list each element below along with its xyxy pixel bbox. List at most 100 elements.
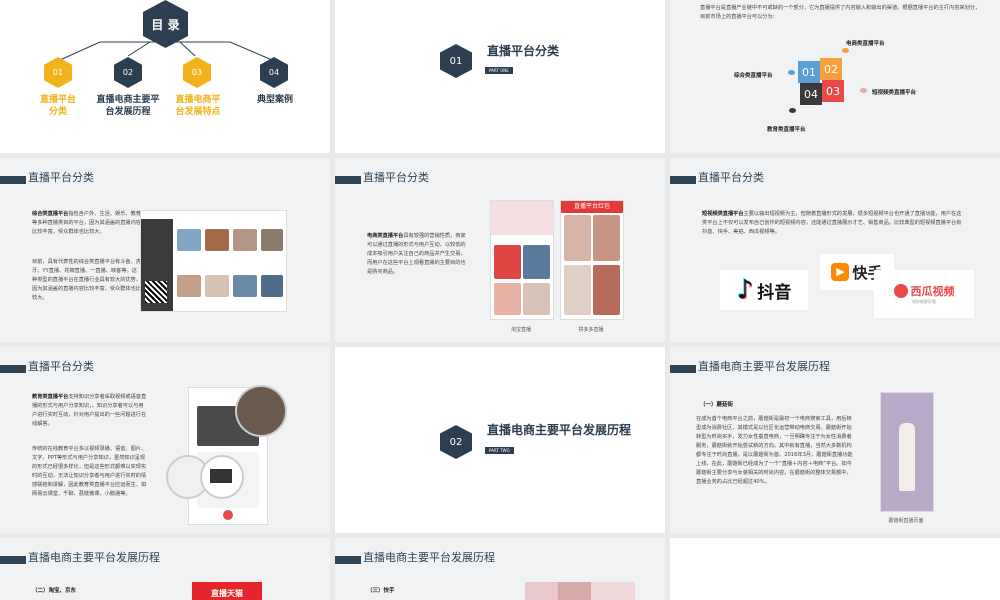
mogujie-person (899, 423, 915, 491)
education-bold: 教育类直播平台 (32, 394, 69, 400)
header-bar (0, 365, 26, 373)
xigua-label: 西瓜视频 (910, 285, 955, 298)
header-bar (335, 176, 361, 184)
slide-short-video[interactable]: 直播平台分类 短视频类直播平台主要以输出短视频为主，但随着直播形式的发展，很多短… (670, 158, 1000, 342)
label-education: 教育类直播平台 (767, 127, 806, 133)
quad-01-num: 01 (802, 65, 816, 79)
quad-01: 01 (798, 61, 820, 83)
part-one-title: 直播平台分类 (487, 44, 560, 58)
ecommerce-text: 具有较强的营销性质，商家可以通过直播的形式与用户互动，以较低的成本吸引用户关注自… (367, 233, 466, 275)
label-comprehensive: 综合类直播平台 (734, 73, 773, 79)
pdd-thumb-3 (564, 265, 591, 315)
kuaishou-icon: ▶ (831, 263, 850, 281)
header-bar (0, 176, 26, 184)
ecommerce-bold: 电商类直播平台 (367, 233, 404, 239)
education-live-button[interactable] (223, 510, 233, 520)
ecommerce-p: 电商类直播平台具有较强的营销性质，商家可以通过直播的形式与用户互动，以较低的成本… (367, 232, 469, 277)
xigua-row: 西瓜视频 (893, 283, 955, 299)
taobao-thumb-1 (494, 245, 521, 279)
slide-taobao-jd[interactable]: 直播电商主要平台发展历程 （二）淘宝、京东 直播天猫 (0, 538, 330, 600)
douyin-label: 抖音 (757, 282, 792, 303)
slide-part-two[interactable]: 02 直播电商主要平台发展历程 PART TWO (335, 347, 665, 533)
comprehensive-p1: 综合类直播平台指包含户外、生活、娱乐、教育等多种直播类目的平台，因为其涵盖的直播… (32, 210, 142, 237)
taobao-thumb-3 (494, 283, 521, 315)
zoom-circle-3 (200, 455, 244, 499)
screenshot-comprehensive (140, 210, 287, 312)
toc-item-3-label[interactable]: 直播电商平台发展特点 (172, 94, 224, 118)
pdd-thumb-4 (593, 265, 620, 315)
overview-intro: 直播平台是直播产业链中不可或缺的一个部分，它为直播提供了内容输入和输出的渠道。根… (700, 5, 981, 20)
slide-header: 直播平台分类 (698, 172, 764, 184)
header-bar (670, 365, 696, 373)
dot-dark (789, 108, 796, 113)
quad-03-num: 03 (826, 84, 840, 98)
thumb-1 (177, 229, 201, 251)
slide-comprehensive[interactable]: 直播平台分类 综合类直播平台指包含户外、生活、娱乐、教育等多种直播类目的平台，因… (0, 158, 330, 342)
thumb-5 (177, 275, 201, 297)
taobao-top (491, 201, 553, 235)
screenshot-mogujie (880, 392, 934, 512)
taobao-thumb-2 (523, 245, 550, 279)
header-bar (670, 176, 696, 184)
slide-part-one[interactable]: 01 直播平台分类 PART ONE (335, 0, 665, 153)
slide-education[interactable]: 直播平台分类 教育类直播平台支持知识分享者采取视频或语音直播的形式与用户分享知识… (0, 347, 330, 533)
part-two-tag: PART TWO (485, 447, 514, 454)
header-bar (0, 556, 26, 564)
part-one-hex: 01 (440, 44, 472, 78)
slide-classification-overview[interactable]: 直播平台是直播产业链中不可或缺的一个部分，它为直播提供了内容输入和输出的渠道。根… (670, 0, 1000, 153)
screenshot-qr (145, 281, 167, 303)
slide-header: 直播平台分类 (28, 172, 94, 184)
zoom-inner-thumb (210, 469, 232, 483)
thumb-6 (205, 275, 229, 297)
douyin-icon: ♪ (736, 275, 754, 305)
caption-pinduoduo: 拼多多直播 (578, 327, 604, 333)
short-video-bold: 短视频类直播平台 (702, 211, 744, 217)
quad-03: 03 (822, 80, 844, 102)
slide-header: 直播电商主要平台发展历程 (28, 552, 160, 564)
toc-item-2-num: 02 (122, 68, 134, 77)
screenshot-taobao (490, 200, 554, 320)
thumb-7 (233, 275, 257, 297)
toc-item-2-label[interactable]: 直播电商主要平台发展历程 (96, 94, 160, 118)
comprehensive-p2: 目前，具有代表性的综合类直播平台有斗鱼、虎牙、YY直播、花椒直播、一直播、映客等… (32, 259, 141, 301)
pdd-thumb-2 (593, 215, 620, 261)
slide-mogujie[interactable]: 直播电商主要平台发展历程 （一）蘑菇街 在成为首个电商平台之前，蘑菇街是最初一个… (670, 347, 1000, 533)
toc-item-4-label[interactable]: 典型案例 (250, 94, 300, 106)
slide-blank[interactable] (670, 538, 1000, 600)
pdd-banner: 直播平台红包 (561, 201, 623, 213)
slide-ecommerce[interactable]: 直播平台分类 电商类直播平台具有较强的营销性质，商家可以通过直播的形式与用户互动… (335, 158, 665, 342)
xigua-logo: 西瓜视频 给你新鲜好看 (874, 270, 974, 318)
tmall-banner: 直播天猫 (192, 582, 262, 600)
quad-04-num: 04 (804, 87, 818, 101)
slide-header: 直播平台分类 (28, 361, 94, 373)
tmall-banner-text: 直播天猫 (211, 589, 243, 598)
slide-toc[interactable]: 目 录 01 02 03 04 直播平台分类 直播电商主要平台发展历程 直播电商… (0, 0, 330, 153)
header-bar (335, 556, 361, 564)
thumb-4 (261, 229, 283, 251)
taobao-jd-subtitle: （二）淘宝、京东 (32, 588, 77, 594)
xigua-sub: 给你新鲜好看 (912, 299, 936, 304)
dot-red (860, 88, 867, 93)
part-one-num: 01 (449, 55, 463, 67)
part-one-tag: PART ONE (485, 67, 513, 74)
kuaishou-screens (525, 582, 635, 600)
short-video-p: 短视频类直播平台主要以输出短视频为主，但随着直播形式的发展，很多短视频平台也开通… (702, 210, 962, 237)
quad-02: 02 (820, 58, 842, 80)
mogujie-subtitle: （一）蘑菇街 (700, 402, 734, 408)
screenshot-pinduoduo: 直播平台红包 (560, 200, 624, 320)
mogujie-p: 在成为首个电商平台之前，蘑菇街是最初一个电商搜索工具，用后转型成为消费社区，其模… (696, 416, 853, 485)
toc-item-1-label[interactable]: 直播平台分类 (38, 94, 78, 118)
slide-header: 直播电商主要平台发展历程 (698, 361, 830, 373)
quad-02-num: 02 (824, 62, 838, 76)
dot-orange (842, 48, 849, 53)
caption-mogujie: 蘑菇街直播页面 (888, 518, 924, 524)
zoom-circle-1 (235, 385, 287, 437)
slide-kuaishou[interactable]: 直播电商主要平台发展历程 （三）快手 (335, 538, 665, 600)
education-p2: 传统的在线教育平台多以视频录播、语音、图片、文字、PPT等形式与用户分享知识，虽… (32, 446, 147, 497)
caption-taobao: 淘宝直播 (510, 327, 531, 333)
part-two-title: 直播电商主要平台发展历程 (487, 423, 632, 437)
label-short-video: 短视频类直播平台 (872, 90, 917, 96)
dot-blue (788, 70, 795, 75)
toc-item-1-num: 01 (52, 68, 64, 77)
part-two-num: 02 (449, 436, 463, 448)
